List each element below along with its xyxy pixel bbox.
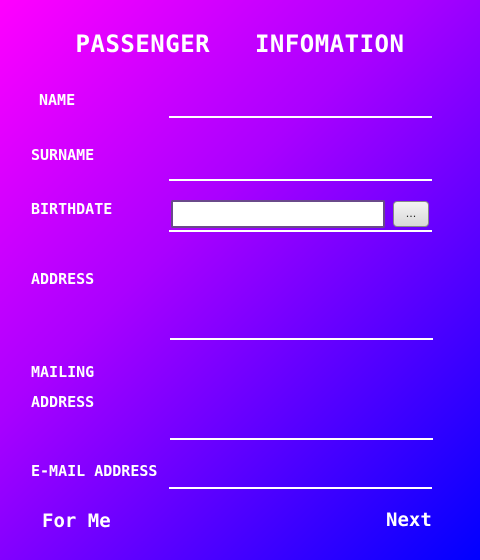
- birthdate-input[interactable]: [171, 200, 385, 228]
- address-label: ADDRESS: [31, 270, 95, 288]
- mailing-address-field[interactable]: [170, 438, 433, 440]
- surname-field[interactable]: [169, 179, 432, 181]
- date-picker-button[interactable]: ...: [393, 201, 429, 227]
- email-field[interactable]: [169, 487, 432, 489]
- name-field[interactable]: [169, 116, 432, 118]
- mailing-label-line2: ADDRESS: [31, 393, 95, 411]
- next-button[interactable]: Next: [386, 509, 432, 531]
- email-label: E-MAIL ADDRESS: [31, 462, 158, 480]
- page-title: PASSENGER INFOMATION: [75, 30, 405, 58]
- name-label: NAME: [39, 91, 76, 109]
- birthdate-label: BIRTHDATE: [31, 200, 113, 218]
- mailing-label-line1: MAILING: [31, 363, 95, 381]
- for-me-button[interactable]: For Me: [42, 510, 111, 532]
- surname-label: SURNAME: [31, 146, 95, 164]
- address-field[interactable]: [170, 338, 433, 340]
- birthdate-underline: [169, 230, 432, 232]
- passenger-info-window: PASSENGER INFOMATION NAME SURNAME BIRTHD…: [0, 0, 480, 560]
